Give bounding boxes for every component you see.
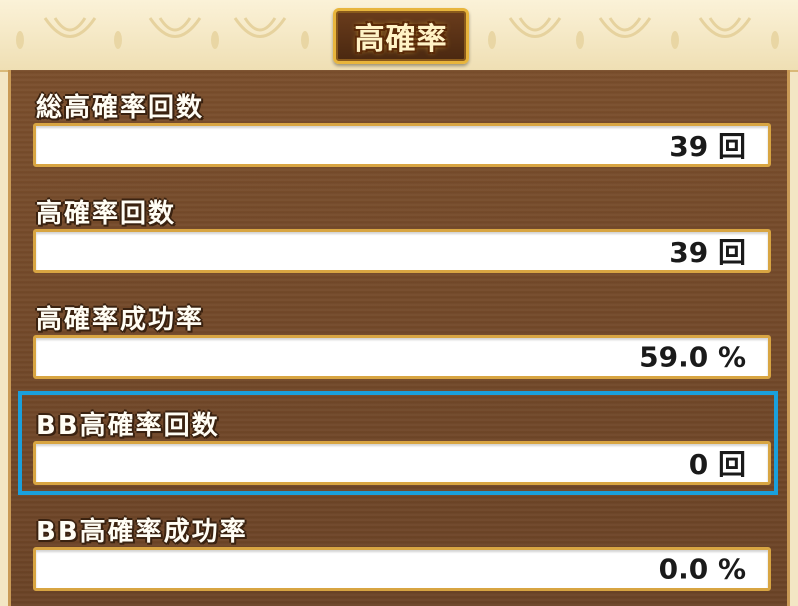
stat-value-box: 59.0 % <box>33 335 771 379</box>
header-banner: 高確率 <box>0 0 798 72</box>
stat-value: 0.0 % <box>658 552 746 586</box>
stat-label: BB高確率回数 <box>36 411 220 441</box>
stat-label: 高確率成功率 <box>36 305 205 335</box>
page-title: 高確率 <box>354 22 448 57</box>
stat-value: 39 回 <box>669 130 746 163</box>
stat-label: 総高確率回数 <box>36 93 205 123</box>
title-plate: 高確率 <box>333 8 469 64</box>
stat-value: 39 回 <box>669 236 746 269</box>
stat-value: 59.0 % <box>639 340 746 374</box>
stat-label: 高確率回数 <box>36 199 177 229</box>
stat-value-box: 39 回 <box>33 123 771 167</box>
stat-value-box: 0.0 % <box>33 547 771 591</box>
stat-value: 0 回 <box>688 448 746 481</box>
stats-panel: 総高確率回数 39 回 高確率回数 39 回 高確率成功率 59.0 % BB高… <box>8 70 790 606</box>
stat-label: BB高確率成功率 <box>36 517 248 547</box>
stat-value-box: 0 回 <box>33 441 771 485</box>
stat-value-box: 39 回 <box>33 229 771 273</box>
